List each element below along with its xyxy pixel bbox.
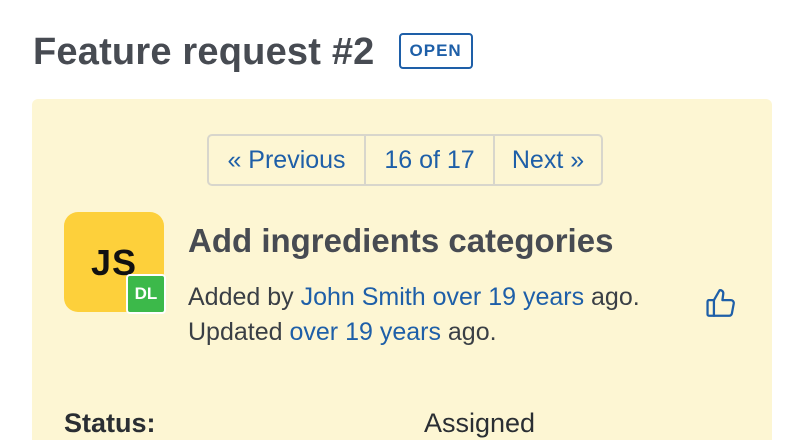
- title-row: Feature request #2 OPEN: [33, 28, 473, 76]
- issue-page: Feature request #2 OPEN « Previous 16 of…: [0, 0, 804, 440]
- author-link[interactable]: John Smith: [301, 283, 426, 311]
- pagination-position: 16 of 17: [364, 136, 493, 184]
- updated-prefix: Updated: [188, 318, 283, 346]
- updated-line: Updated over 19 years ago.: [188, 315, 640, 350]
- added-time-link[interactable]: over 19 years: [433, 283, 584, 311]
- updated-time-link[interactable]: over 19 years: [289, 318, 440, 346]
- thumbs-up-icon[interactable]: [704, 286, 738, 320]
- added-suffix: ago.: [591, 283, 640, 311]
- issue-title: Add ingredients categories: [188, 222, 614, 259]
- status-badge: OPEN: [398, 33, 473, 69]
- pagination: « Previous 16 of 17 Next »: [207, 134, 603, 186]
- previous-link[interactable]: « Previous: [209, 136, 364, 184]
- status-label: Status:: [64, 408, 156, 438]
- issue-meta: Added by John Smith over 19 years ago. U…: [188, 280, 640, 350]
- status-value: Assigned: [424, 408, 536, 438]
- updated-suffix: ago.: [447, 318, 497, 346]
- page-title: Feature request #2: [33, 31, 375, 73]
- next-link[interactable]: Next »: [493, 136, 601, 184]
- added-by-prefix: Added by: [188, 283, 294, 311]
- assignee-avatar[interactable]: DL: [126, 274, 166, 314]
- added-line: Added by John Smith over 19 years ago.: [188, 280, 640, 315]
- assignee-avatar-initials: DL: [134, 284, 158, 303]
